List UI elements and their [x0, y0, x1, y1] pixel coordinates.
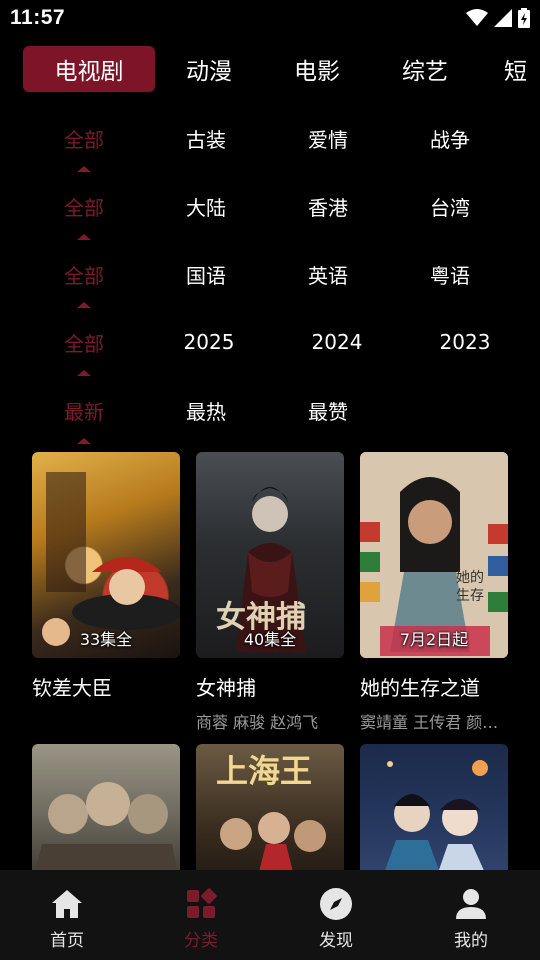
tab-tv-series[interactable]: 电视剧: [23, 46, 155, 92]
nav-label: 分类: [184, 931, 218, 951]
card-title: 她的生存之道: [360, 676, 480, 700]
tab-anime[interactable]: 动漫: [168, 46, 250, 92]
selected-caret-icon: [77, 370, 91, 376]
wifi-icon: [466, 9, 488, 26]
filter-option[interactable]: 大陆: [166, 186, 246, 226]
video-card[interactable]: 33集全 钦差大臣: [32, 452, 180, 701]
filter-option[interactable]: 2025: [169, 322, 249, 362]
filter-option[interactable]: 2023: [425, 322, 505, 362]
filter-row-sort: 最新 最热 最赞: [0, 390, 540, 458]
sort-option[interactable]: 最赞: [288, 390, 368, 430]
sort-option[interactable]: 最热: [166, 390, 246, 430]
nav-label: 首页: [50, 931, 84, 951]
card-title: 女神捕: [196, 676, 256, 700]
selected-caret-icon: [77, 438, 91, 444]
status-bar: 11:57: [0, 0, 540, 36]
tab-short[interactable]: 短: [504, 46, 540, 92]
battery-icon: [518, 8, 530, 28]
filter-option[interactable]: 英语: [288, 254, 368, 294]
filter-language-all[interactable]: 全部: [44, 254, 124, 294]
poster-image: 33集全: [32, 452, 180, 658]
filter-option[interactable]: 国语: [166, 254, 246, 294]
nav-discover[interactable]: 发现: [291, 886, 381, 952]
home-icon: [49, 886, 85, 922]
video-card[interactable]: 她的 生存 7月2日起 她的生存之道 窦靖童 王传君 颜…: [360, 452, 508, 733]
filter-option[interactable]: 台湾: [410, 186, 490, 226]
filter-region-all[interactable]: 全部: [44, 186, 124, 226]
filter-year-all[interactable]: 全部: [44, 322, 124, 362]
tab-movie[interactable]: 电影: [276, 46, 358, 92]
svg-text:她的: 她的: [456, 570, 484, 586]
selected-caret-icon: [77, 302, 91, 308]
filter-row-genre: 全部 古装 爱情 战争: [0, 118, 540, 186]
status-icons: [466, 8, 530, 28]
episode-badge: 40集全: [243, 630, 297, 649]
nav-label: 我的: [454, 931, 488, 951]
profile-icon: [453, 886, 489, 922]
video-card[interactable]: 女神捕 40集全 女神捕 商蓉 麻骏 赵鸿飞: [196, 452, 344, 733]
filter-genre-all[interactable]: 全部: [44, 118, 124, 158]
filter-option[interactable]: 2024: [297, 322, 377, 362]
card-cast: 商蓉 麻骏 赵鸿飞: [196, 713, 319, 732]
poster-artwork: [32, 782, 180, 884]
bottom-navigation: 首页 分类 发现 我的: [0, 870, 540, 960]
episode-badge: 7月2日起: [399, 630, 469, 649]
selected-caret-icon: [77, 166, 91, 172]
poster-image: 女神捕 40集全: [196, 452, 344, 658]
tab-variety[interactable]: 综艺: [384, 46, 466, 92]
filter-option[interactable]: 粤语: [410, 254, 490, 294]
category-icon: [183, 886, 219, 922]
filter-row-year: 全部 2025 2024 2023: [0, 322, 540, 390]
video-card-poster[interactable]: [32, 744, 180, 884]
filter-option[interactable]: 战争: [410, 118, 490, 158]
card-cast: 窦靖童 王传君 颜…: [360, 713, 499, 732]
poster-image: 她的 生存 7月2日起: [360, 452, 508, 658]
signal-icon: [494, 9, 512, 27]
video-card-poster[interactable]: 上海王: [196, 744, 344, 884]
card-title: 钦差大臣: [32, 676, 112, 700]
svg-text:生存: 生存: [456, 588, 484, 604]
nav-label: 发现: [319, 931, 353, 951]
filter-row-region: 全部 大陆 香港 台湾: [0, 186, 540, 254]
video-card-poster[interactable]: [360, 744, 508, 884]
filter-option[interactable]: 爱情: [288, 118, 368, 158]
selected-caret-icon: [77, 234, 91, 240]
filter-option[interactable]: 香港: [288, 186, 368, 226]
episode-badge: 33集全: [79, 630, 133, 649]
filter-row-language: 全部 国语 英语 粤语: [0, 254, 540, 322]
status-time: 11:57: [10, 6, 66, 29]
sort-latest[interactable]: 最新: [44, 390, 124, 430]
nav-category[interactable]: 分类: [156, 886, 246, 952]
poster-artwork: 上海王: [216, 752, 326, 884]
poster-artwork: [380, 760, 490, 884]
compass-icon: [318, 886, 354, 922]
nav-profile[interactable]: 我的: [426, 886, 516, 952]
nav-home[interactable]: 首页: [22, 886, 112, 952]
svg-text:上海王: 上海王: [216, 752, 312, 790]
filter-option[interactable]: 古装: [166, 118, 246, 158]
category-tabs: 电视剧 动漫 电影 综艺 短: [0, 46, 540, 94]
